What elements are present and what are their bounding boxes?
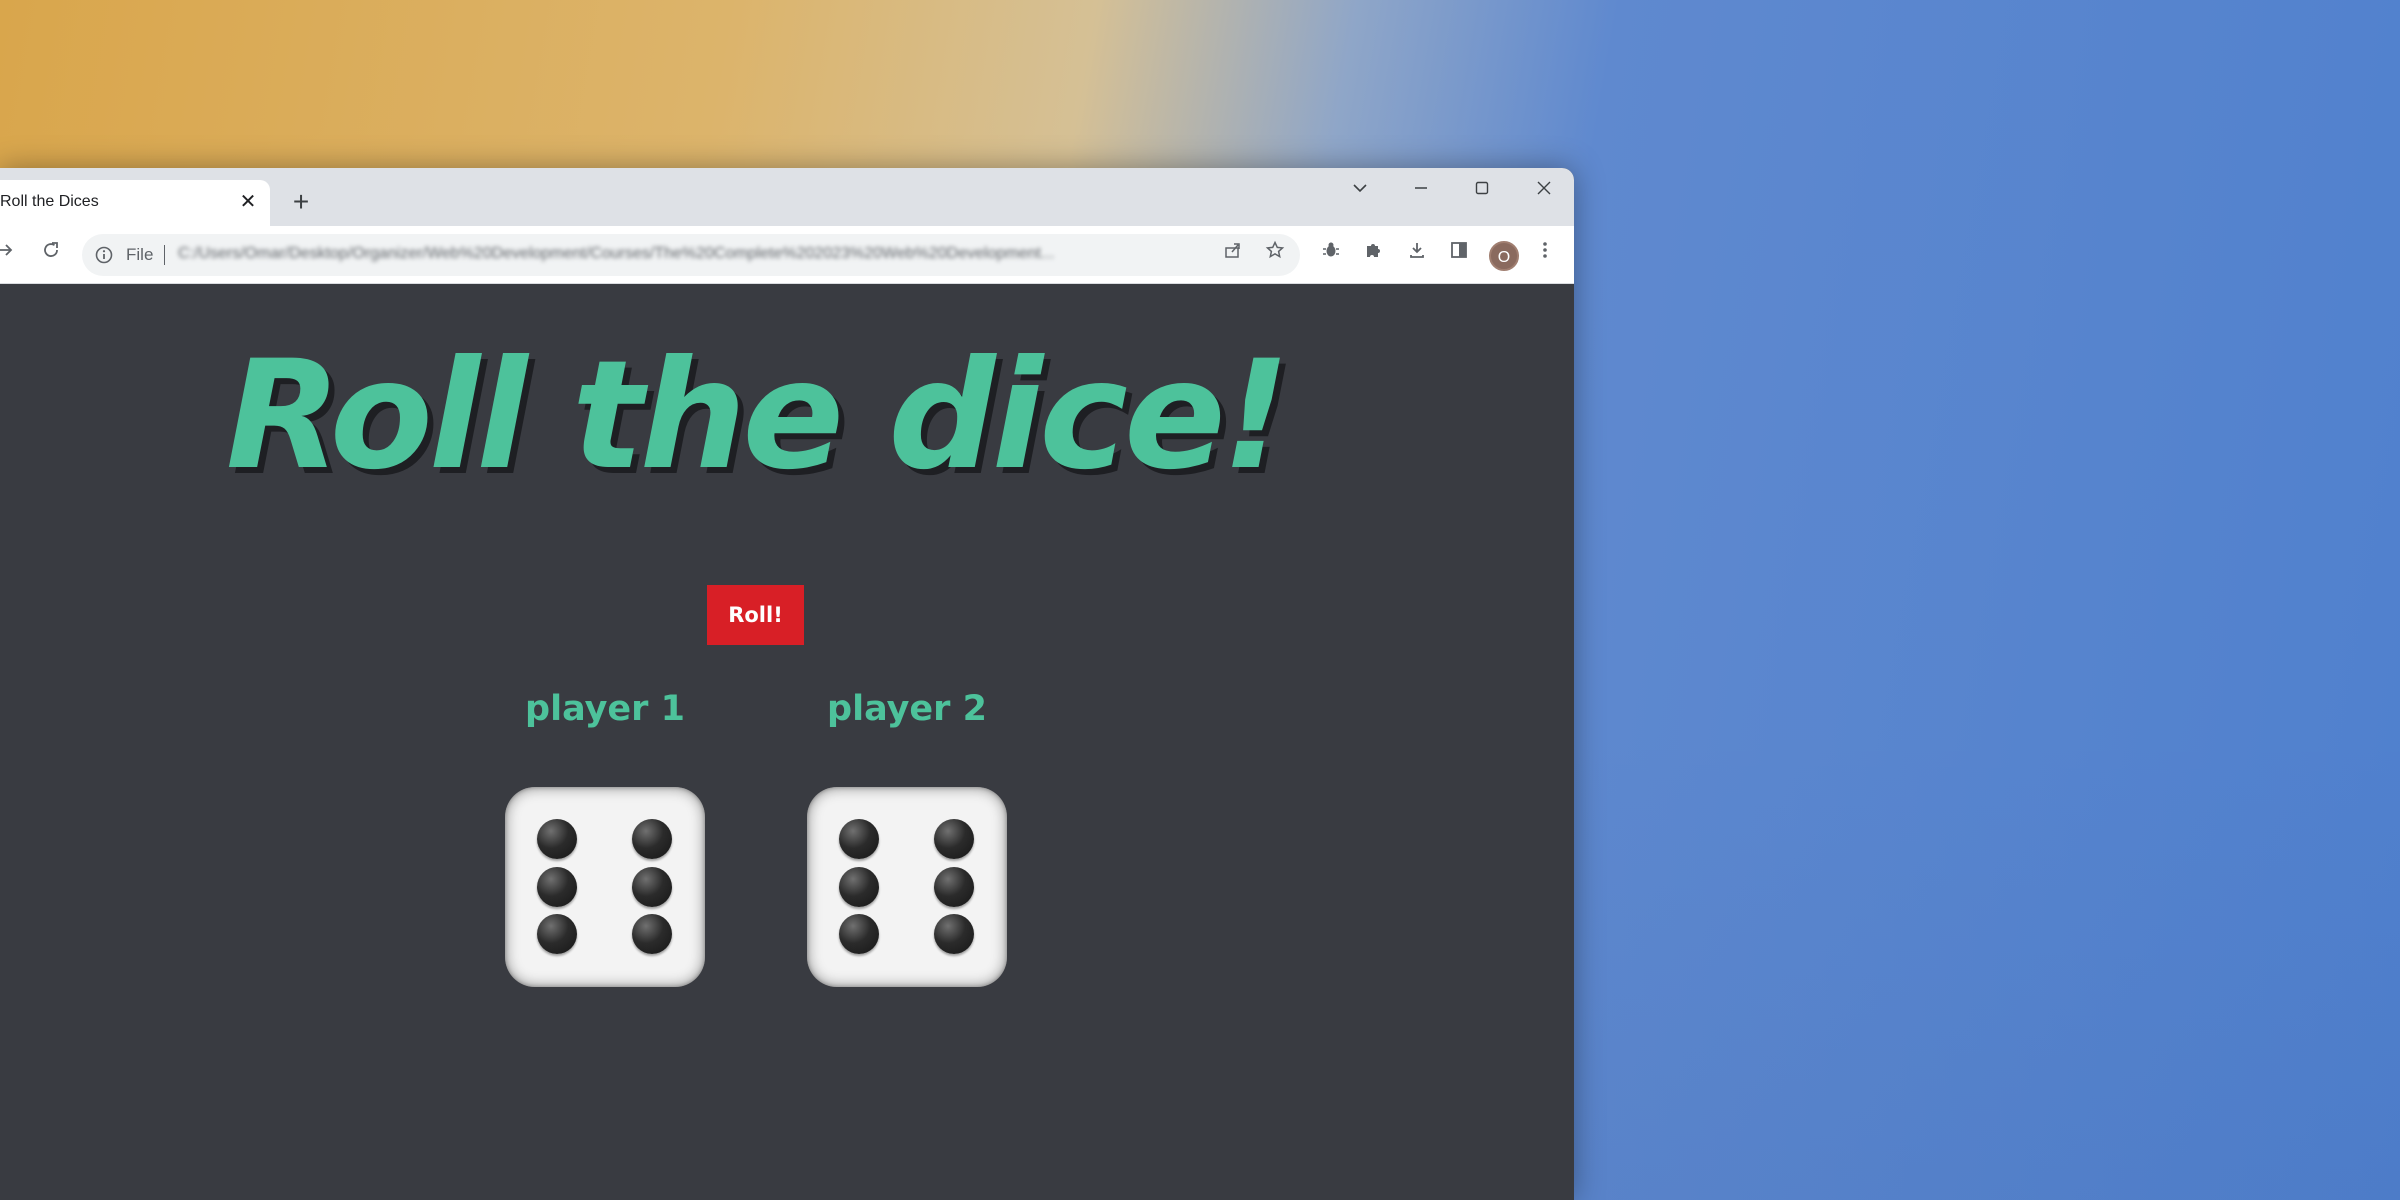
tab-close-icon[interactable]: ✕ [236,190,260,214]
die-pip [839,914,879,954]
menu-kebab-icon[interactable] [1530,240,1560,270]
die-pip [934,914,974,954]
side-panel-icon[interactable] [1444,240,1474,270]
die-pip [537,914,577,954]
page-title: Roll the dice! [225,329,1290,503]
tab-roll-the-dices[interactable]: Roll the Dices ✕ [0,180,270,226]
die-pip [632,867,672,907]
download-icon[interactable] [1402,240,1432,270]
roll-button[interactable]: Roll! [707,585,804,645]
die-pip [632,914,672,954]
die-pip [632,819,672,859]
minimize-icon[interactable] [1401,178,1441,208]
player-2-label: player 2 [827,689,987,729]
share-icon[interactable] [1218,240,1248,270]
new-tab-icon[interactable]: + [286,188,316,218]
url-text[interactable]: C:/Users/Omar/Desktop/Organizer/Web%20De… [178,245,1188,263]
die-pip [839,867,879,907]
reload-icon[interactable] [36,240,66,270]
url-scheme: File [126,245,154,264]
player-2-die [807,787,1007,987]
player-1-label: player 1 [525,689,685,729]
maximize-icon[interactable] [1462,178,1502,208]
die-pip [537,819,577,859]
site-info-icon[interactable] [94,245,114,265]
browser-window: Roll the Dices ✕ + File C:/Users/Omar/De… [0,168,1574,1200]
die-pip [839,819,879,859]
bug-extension-icon[interactable] [1316,240,1346,270]
forward-icon[interactable] [0,240,20,270]
profile-avatar[interactable]: O [1489,241,1519,271]
player-1-die [505,787,705,987]
die-pip [934,867,974,907]
url-separator [164,245,165,265]
browser-toolbar: File C:/Users/Omar/Desktop/Organizer/Web… [0,226,1574,284]
die-pip [934,819,974,859]
tab-title: Roll the Dices [0,193,99,210]
die-pip [537,867,577,907]
tab-search-icon[interactable] [1340,178,1380,208]
bookmark-star-icon[interactable] [1260,240,1290,270]
tab-strip: Roll the Dices ✕ + [0,168,1574,226]
page-content: Roll the dice! Roll! player 1 player 2 [0,284,1574,1200]
extensions-puzzle-icon[interactable] [1358,240,1388,270]
address-bar[interactable]: File C:/Users/Omar/Desktop/Organizer/Web… [82,234,1300,276]
close-window-icon[interactable] [1524,178,1564,208]
